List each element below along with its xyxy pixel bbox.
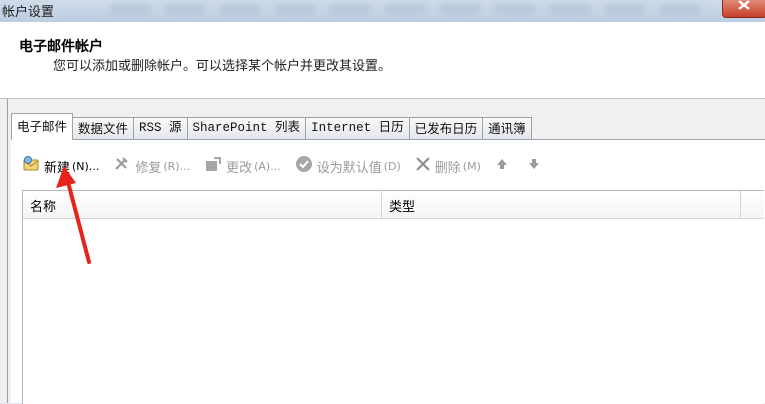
change-label: 更改 (226, 160, 253, 176)
tab-strip: 电子邮件 数据文件 RSS 源 SharePoint 列表 Internet 日… (11, 113, 532, 140)
close-button[interactable] (722, 0, 765, 18)
column-header-name[interactable]: 名称 (30, 196, 56, 215)
dialog-header: 电子邮件帐户 您可以添加或删除帐户。可以选择某个帐户并更改其设置。 (0, 22, 765, 99)
repair-button[interactable]: 修复 (R)... (113, 156, 190, 176)
column-header-type[interactable]: 类型 (389, 196, 415, 215)
frame-border (7, 99, 8, 403)
toolbar: 新建 (N)... 修复 (R)... 更改 (A)... 设为默认值 (D) … (22, 154, 559, 178)
tab-sharepoint[interactable]: SharePoint 列表 (186, 117, 307, 140)
tab-published-calendar[interactable]: 已发布日历 (408, 117, 484, 140)
delete-x-icon (415, 156, 431, 176)
tab-address-book[interactable]: 通讯簿 (482, 117, 532, 140)
change-icon (204, 156, 222, 176)
header-description: 您可以添加或删除帐户。可以选择某个帐户并更改其设置。 (53, 59, 392, 74)
column-separator[interactable] (740, 191, 741, 218)
title-bar: 帐户设置 (0, 0, 765, 22)
change-button[interactable]: 更改 (A)... (204, 156, 281, 176)
repair-shortcut: (R)... (163, 159, 191, 173)
move-down-button[interactable] (527, 157, 545, 175)
move-up-button[interactable] (495, 157, 513, 175)
remove-shortcut: (M) (462, 159, 481, 173)
tab-internet-calendar[interactable]: Internet 日历 (305, 117, 410, 140)
set-default-label: 设为默认值 (316, 160, 382, 176)
close-icon (738, 0, 750, 10)
set-default-shortcut: (D) (383, 159, 401, 173)
remove-label: 删除 (434, 160, 461, 176)
checkmark-icon (295, 155, 313, 177)
list-header: 名称 类型 (23, 191, 764, 219)
new-label: 新建 (44, 160, 71, 176)
new-shortcut: (N)... (72, 159, 100, 173)
header-title: 电子邮件帐户 (19, 39, 103, 55)
remove-button[interactable]: 删除 (M) (415, 156, 481, 176)
tab-data-files[interactable]: 数据文件 (72, 117, 135, 140)
account-list[interactable]: 名称 类型 (22, 190, 764, 404)
window-title: 帐户设置 (2, 5, 55, 20)
tools-icon (113, 156, 131, 176)
new-button[interactable]: 新建 (N)... (22, 155, 99, 177)
tab-email[interactable]: 电子邮件 (11, 113, 74, 140)
set-default-button[interactable]: 设为默认值 (D) (295, 155, 401, 177)
arrow-up-icon (495, 157, 509, 175)
blurred-title-region (110, 3, 710, 15)
column-separator[interactable] (381, 191, 382, 218)
new-account-icon (22, 155, 40, 177)
arrow-down-icon (527, 157, 541, 175)
change-shortcut: (A)... (254, 159, 281, 173)
repair-label: 修复 (135, 160, 162, 176)
tab-rss[interactable]: RSS 源 (133, 117, 188, 140)
